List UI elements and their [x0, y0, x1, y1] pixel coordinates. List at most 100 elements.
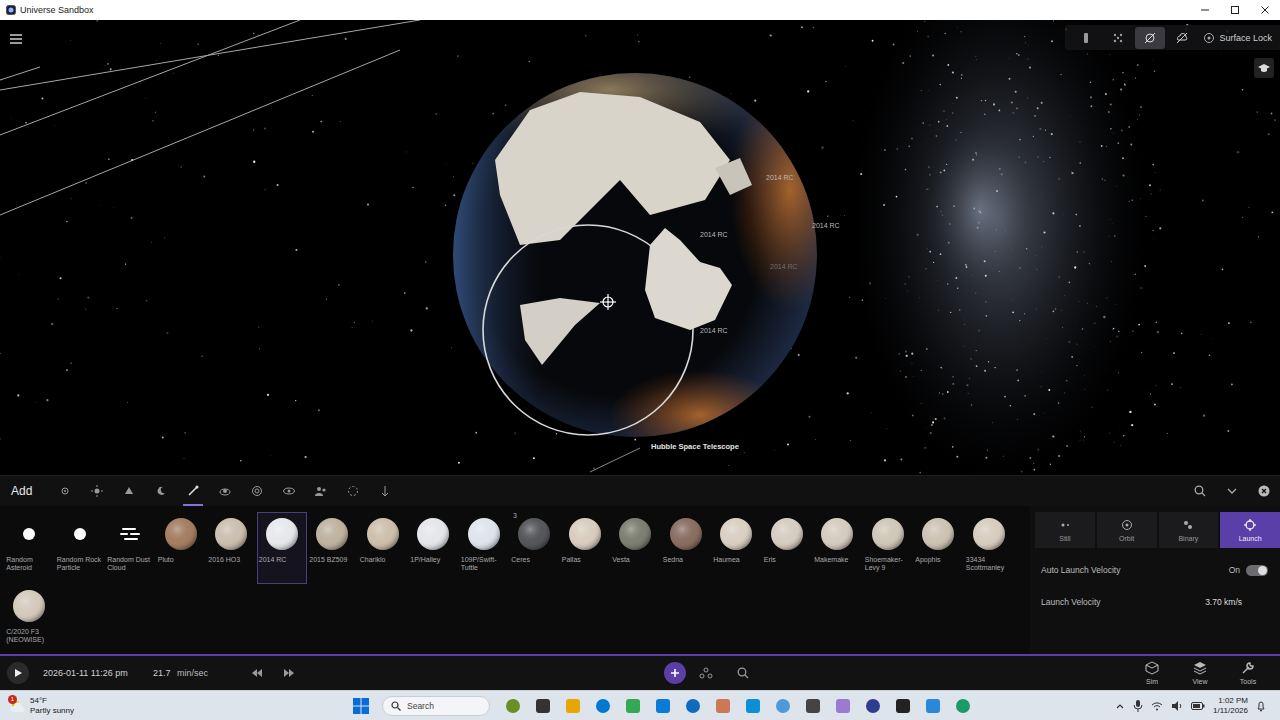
launch-velocity-value[interactable]: 3.70 km/s: [1205, 597, 1242, 607]
taskbar-search[interactable]: Search: [382, 696, 490, 716]
close-panel-button[interactable]: [1248, 476, 1280, 506]
taskbar-app[interactable]: [683, 697, 703, 715]
body-label[interactable]: 2014 RC: [700, 231, 728, 238]
mode-tab[interactable]: Binary: [1159, 512, 1219, 548]
start-button[interactable]: [351, 697, 371, 715]
search-objects-button[interactable]: [727, 658, 759, 688]
menu-label: View: [1192, 678, 1207, 685]
menu-button[interactable]: [10, 30, 22, 48]
object-item[interactable]: C/2020 F3 (NEOWISE): [4, 584, 55, 656]
object-item[interactable]: Apophis: [913, 512, 964, 584]
object-item[interactable]: 2014 RC: [257, 512, 308, 584]
object-thumbnail: [163, 516, 199, 552]
category-tab[interactable]: [273, 476, 305, 506]
taskbar-app[interactable]: [833, 697, 853, 715]
toolbar-button[interactable]: [1135, 27, 1165, 49]
object-item[interactable]: 2016 HO3: [206, 512, 257, 584]
viewport-3d[interactable]: 2014 RC 2014 RC 2014 RC 2014 RC 2014 RC Hubbl…: [0, 20, 1280, 475]
toolbar-button[interactable]: [1071, 27, 1101, 49]
toggle-switch[interactable]: [1246, 565, 1268, 576]
menu-button[interactable]: Tools: [1224, 661, 1272, 685]
toolbar-button[interactable]: [1167, 27, 1197, 49]
category-tab[interactable]: [177, 476, 209, 506]
search-button[interactable]: [1184, 476, 1216, 506]
taskbar-app[interactable]: [923, 697, 943, 715]
category-tab[interactable]: [241, 476, 273, 506]
taskbar-app[interactable]: [593, 697, 613, 715]
mode-icon: [1182, 519, 1194, 531]
taskbar-app[interactable]: [773, 697, 793, 715]
object-item[interactable]: 2015 BZ509: [307, 512, 358, 584]
object-item[interactable]: Chariklo: [358, 512, 409, 584]
mode-tab[interactable]: Orbit: [1097, 512, 1157, 548]
body-icon: [820, 517, 854, 551]
object-item[interactable]: Pluto: [156, 512, 207, 584]
mode-tab[interactable]: Launch: [1220, 512, 1280, 548]
mode-tab[interactable]: Still: [1035, 512, 1095, 548]
object-item[interactable]: Shoemaker-Levy 9: [863, 512, 914, 584]
weather-widget[interactable]: 154°FPartly sunny: [0, 696, 346, 714]
close-button[interactable]: [1250, 0, 1280, 20]
sim-speed[interactable]: 21.7: [153, 668, 177, 678]
toolbar-button[interactable]: [1103, 27, 1133, 49]
category-tab[interactable]: [81, 476, 113, 506]
body-label[interactable]: 2014 RC: [812, 222, 840, 229]
body-label[interactable]: 2014 RC: [766, 174, 794, 181]
object-item[interactable]: Haumea: [711, 512, 762, 584]
add-button[interactable]: [664, 662, 686, 684]
object-item[interactable]: Vesta: [610, 512, 661, 584]
taskbar-app[interactable]: [713, 697, 733, 715]
taskbar-app[interactable]: [653, 697, 673, 715]
taskbar-app[interactable]: [803, 697, 823, 715]
object-item[interactable]: Sedna: [661, 512, 712, 584]
category-tab[interactable]: [113, 476, 145, 506]
taskbar-app[interactable]: [503, 697, 523, 715]
taskbar-app[interactable]: [893, 697, 913, 715]
category-tab[interactable]: [369, 476, 401, 506]
surface-lock-button[interactable]: Surface Lock: [1199, 32, 1272, 44]
slower-button[interactable]: [241, 658, 273, 688]
interact-button[interactable]: [690, 658, 722, 688]
tutorial-button[interactable]: [1254, 58, 1274, 78]
object-item[interactable]: Pallas: [560, 512, 611, 584]
taskbar-app[interactable]: [953, 697, 973, 715]
menu-button[interactable]: Sim: [1128, 661, 1176, 685]
object-item[interactable]: Makemake: [812, 512, 863, 584]
object-item[interactable]: 3Ceres: [509, 512, 560, 584]
body-label[interactable]: 2014 RC: [770, 263, 798, 270]
category-tab[interactable]: [209, 476, 241, 506]
collapse-button[interactable]: [1216, 476, 1248, 506]
taskbar-app[interactable]: [623, 697, 643, 715]
telescope-label[interactable]: Hubble Space Telescope: [651, 442, 739, 451]
object-thumbnail: [971, 516, 1007, 552]
category-icon: [315, 485, 327, 497]
taskbar-app[interactable]: [863, 697, 883, 715]
taskbar: 154°FPartly sunny Search 1:02 PM1/11/2026: [0, 690, 1280, 720]
body-label[interactable]: 2014 RC: [700, 327, 728, 334]
taskbar-app[interactable]: [563, 697, 583, 715]
object-item[interactable]: 109P/Swift-Tuttle: [459, 512, 510, 584]
space-scene[interactable]: [0, 20, 1280, 475]
menu-button[interactable]: View: [1176, 661, 1224, 685]
minimize-button[interactable]: [1190, 0, 1220, 20]
object-label: Random Rock Particle: [57, 556, 103, 572]
object-item[interactable]: Random Dust Cloud: [105, 512, 156, 584]
taskbar-app[interactable]: [533, 697, 553, 715]
object-item[interactable]: 33434 Scottmanley: [964, 512, 1015, 584]
object-item[interactable]: Random Rock Particle: [55, 512, 106, 584]
category-tab[interactable]: [337, 476, 369, 506]
clock[interactable]: 1:02 PM1/11/2026: [1213, 696, 1248, 715]
maximize-button[interactable]: [1220, 0, 1250, 20]
faster-button[interactable]: [273, 658, 305, 688]
category-tab[interactable]: [145, 476, 177, 506]
object-item[interactable]: Eris: [762, 512, 813, 584]
taskbar-app[interactable]: [743, 697, 763, 715]
category-tab[interactable]: [305, 476, 337, 506]
dust-cloud-icon: [119, 526, 141, 542]
play-button[interactable]: [7, 662, 29, 684]
object-item[interactable]: Random Asteroid: [4, 512, 55, 584]
weather-condition: Partly sunny: [30, 706, 74, 715]
object-item[interactable]: 1P/Halley: [408, 512, 459, 584]
category-tab[interactable]: [49, 476, 81, 506]
auto-launch-toggle[interactable]: On: [1229, 565, 1268, 576]
